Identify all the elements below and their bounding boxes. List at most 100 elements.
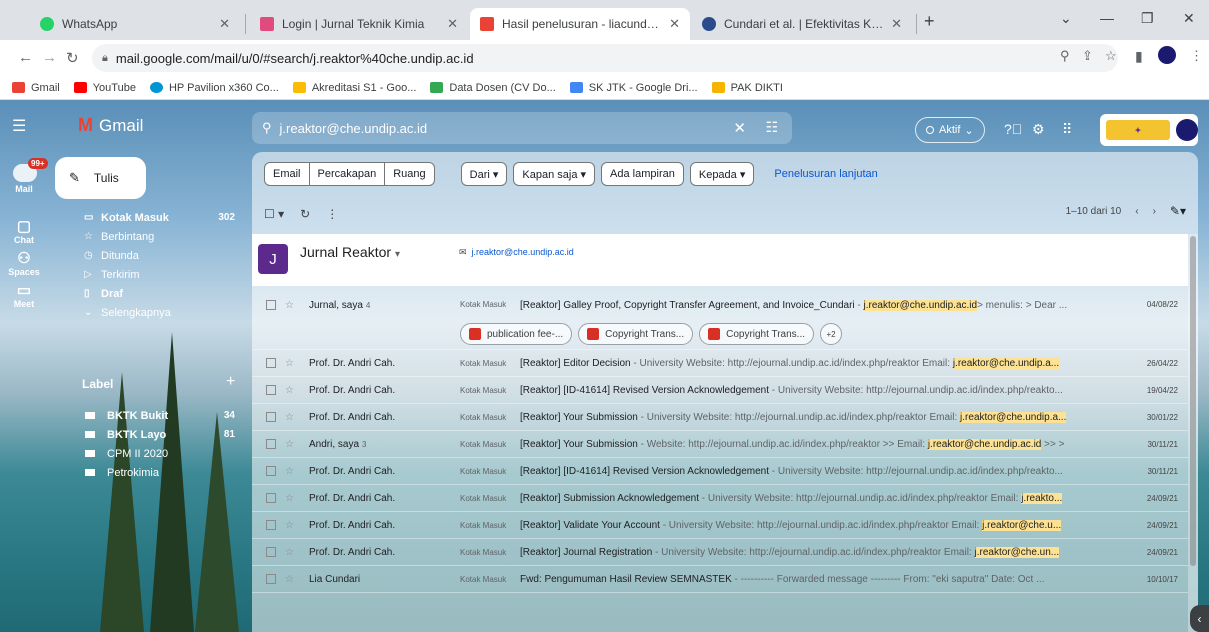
rail-chat[interactable]: ▢ Chat	[8, 217, 40, 245]
more-options-icon[interactable]: ⋮	[326, 207, 338, 221]
new-tab-icon[interactable]: +	[924, 11, 935, 32]
rail-spaces[interactable]: ⚇ Spaces	[8, 249, 40, 277]
contact-email[interactable]: ✉ j.reaktor@che.undip.ac.id	[459, 247, 574, 258]
gmail-logo[interactable]: M Gmail	[78, 115, 143, 136]
bookmark-pak-dikti[interactable]: PAK DIKTI	[711, 82, 783, 94]
email-row[interactable]: ☆ Lia Cundari Kotak Masuk Fwd: Pengumuma…	[252, 566, 1188, 593]
search-bar[interactable]: ⚲ j.reaktor@che.undip.ac.id ✕ ☷	[252, 112, 792, 144]
reload-icon[interactable]: ↻	[66, 49, 79, 67]
compose-button[interactable]: ✎ Tulis	[55, 157, 146, 199]
tab-gmail-search[interactable]: Hasil penelusuran - liacundari@ ✕	[470, 8, 690, 40]
address-bar[interactable]: 🔒︎ mail.google.com/mail/u/0/#search/j.re…	[92, 44, 1118, 72]
email-row[interactable]: ☆ Prof. Dr. Andri Cah. Kotak Masuk [Reak…	[252, 512, 1188, 539]
scrollbar[interactable]	[1188, 234, 1198, 632]
email-row[interactable]: ☆ Prof. Dr. Andri Cah. Kotak Masuk [Reak…	[252, 377, 1188, 404]
bookmark-akreditasi[interactable]: Akreditasi S1 - Goo...	[292, 82, 416, 94]
close-icon[interactable]: ✕	[219, 16, 230, 32]
more-attachments[interactable]: +2	[820, 323, 843, 345]
close-icon[interactable]: ✕	[669, 16, 680, 32]
maximize-icon[interactable]: ❐	[1141, 10, 1154, 27]
filter-conversation[interactable]: Percakapan	[308, 162, 386, 186]
account-switcher[interactable]: ✦	[1100, 114, 1198, 146]
filter-spaces[interactable]: Ruang	[384, 162, 435, 186]
tab-cundari[interactable]: Cundari et al. | Efektivitas Karbon ✕	[692, 8, 912, 40]
clear-search-icon[interactable]: ✕	[733, 119, 746, 137]
bookmark-gmail[interactable]: Gmail	[12, 82, 60, 94]
filter-any-time[interactable]: Kapan saja ▾	[513, 162, 596, 186]
bookmark-youtube[interactable]: YouTube	[73, 82, 136, 94]
back-icon[interactable]: ←	[18, 49, 33, 66]
bookmark-data-dosen[interactable]: Data Dosen (CV Do...	[430, 82, 556, 94]
row-checkbox[interactable]	[266, 520, 276, 530]
nav-item-starred[interactable]: ☆ Berbintang	[55, 227, 247, 246]
email-row[interactable]: ☆ Prof. Dr. Andri Cah. Kotak Masuk [Reak…	[252, 350, 1188, 377]
attachment-chip[interactable]: Copyright Trans...	[578, 323, 694, 345]
side-panel-toggle-icon[interactable]: ‹	[1190, 605, 1209, 632]
email-row[interactable]: ☆ Andri, saya 3 Kotak Masuk [Reaktor] You…	[252, 431, 1188, 458]
sidepanel-icon[interactable]: ▮	[1135, 48, 1143, 65]
scrollbar-thumb[interactable]	[1190, 236, 1196, 566]
apps-grid-icon[interactable]: ⠿	[1062, 121, 1072, 138]
row-checkbox[interactable]	[266, 300, 276, 310]
close-icon[interactable]: ✕	[447, 16, 458, 32]
row-checkbox[interactable]	[266, 439, 276, 449]
rail-mail[interactable]: Mail	[8, 184, 40, 194]
nav-item-drafts[interactable]: ▯ Draf	[55, 284, 247, 303]
add-label-icon[interactable]: +	[226, 373, 235, 391]
profile-avatar[interactable]	[1158, 46, 1176, 64]
filter-has-attachment[interactable]: Ada lampiran	[601, 162, 684, 186]
refresh-icon[interactable]: ↻	[300, 207, 310, 221]
input-tools-icon[interactable]: ✎▾	[1170, 204, 1186, 218]
next-page-icon[interactable]: ›	[1153, 206, 1156, 217]
tab-search-chevron-icon[interactable]: ⌄	[1060, 10, 1072, 27]
star-icon[interactable]: ☆	[285, 300, 294, 311]
row-checkbox[interactable]	[266, 358, 276, 368]
close-icon[interactable]: ✕	[891, 16, 902, 32]
row-checkbox[interactable]	[266, 493, 276, 503]
email-row[interactable]: ☆ Prof. Dr. Andri Cah. Kotak Masuk [Reak…	[252, 485, 1188, 512]
advanced-search-link[interactable]: Penelusuran lanjutan	[774, 168, 877, 180]
zoom-icon[interactable]: ⚲	[1060, 48, 1070, 64]
filter-email[interactable]: Email	[264, 162, 310, 186]
settings-gear-icon[interactable]: ⚙	[1032, 121, 1045, 138]
minimize-icon[interactable]: —	[1100, 10, 1114, 26]
rail-meet[interactable]: ▭ Meet	[8, 281, 40, 309]
email-row[interactable]: ☆ Prof. Dr. Andri Cah. Kotak Masuk [Reak…	[252, 404, 1188, 431]
star-icon[interactable]: ☆	[285, 520, 294, 531]
star-icon[interactable]: ☆	[285, 439, 294, 450]
label-item-cpm[interactable]: CPM II 2020	[55, 444, 247, 463]
star-icon[interactable]: ☆	[285, 412, 294, 423]
search-options-icon[interactable]: ☷	[765, 119, 778, 136]
label-item-bktk-bukit[interactable]: BKTK Bukit 34	[55, 406, 247, 425]
star-icon[interactable]: ☆	[285, 574, 294, 585]
row-checkbox[interactable]	[266, 412, 276, 422]
attachment-chip[interactable]: Copyright Trans...	[699, 323, 815, 345]
share-icon[interactable]: ⇪	[1082, 48, 1093, 64]
chrome-menu-icon[interactable]: ⋮	[1190, 48, 1203, 64]
attachment-chip[interactable]: publication fee-...	[460, 323, 573, 345]
star-icon[interactable]: ☆	[285, 466, 294, 477]
email-row[interactable]: ☆ Prof. Dr. Andri Cah. Kotak Masuk [Reak…	[252, 458, 1188, 485]
bookmark-hp[interactable]: HP Pavilion x360 Co...	[149, 82, 279, 94]
row-checkbox[interactable]	[266, 466, 276, 476]
star-icon[interactable]: ☆	[285, 493, 294, 504]
label-item-petrokimia[interactable]: Petrokimia	[55, 463, 247, 482]
status-dropdown[interactable]: Aktif ⌄	[915, 117, 985, 143]
nav-item-inbox[interactable]: ▭ Kotak Masuk 302	[55, 208, 247, 227]
email-row[interactable]: ☆ Prof. Dr. Andri Cah. Kotak Masuk [Reak…	[252, 539, 1188, 566]
filter-to[interactable]: Kepada ▾	[689, 162, 755, 186]
nav-item-more[interactable]: ⌄ Selengkapnya	[55, 303, 247, 322]
select-all-checkbox[interactable]: ☐ ▾	[264, 207, 284, 221]
prev-page-icon[interactable]: ‹	[1135, 206, 1138, 217]
bookmark-star-icon[interactable]: ☆	[1105, 48, 1117, 64]
search-icon[interactable]: ⚲	[262, 120, 272, 136]
nav-item-sent[interactable]: ▷ Terkirim	[55, 265, 247, 284]
row-checkbox[interactable]	[266, 574, 276, 584]
row-checkbox[interactable]	[266, 547, 276, 557]
star-icon[interactable]: ☆	[285, 385, 294, 396]
search-input[interactable]: j.reaktor@che.undip.ac.id	[280, 121, 428, 136]
chevron-down-icon[interactable]: ▾	[395, 249, 400, 260]
contact-card[interactable]: J Jurnal Reaktor ▾ ✉ j.reaktor@che.undip.…	[252, 234, 1188, 286]
filter-from[interactable]: Dari ▾	[460, 162, 508, 186]
tab-whatsapp[interactable]: WhatsApp ✕	[30, 8, 240, 40]
